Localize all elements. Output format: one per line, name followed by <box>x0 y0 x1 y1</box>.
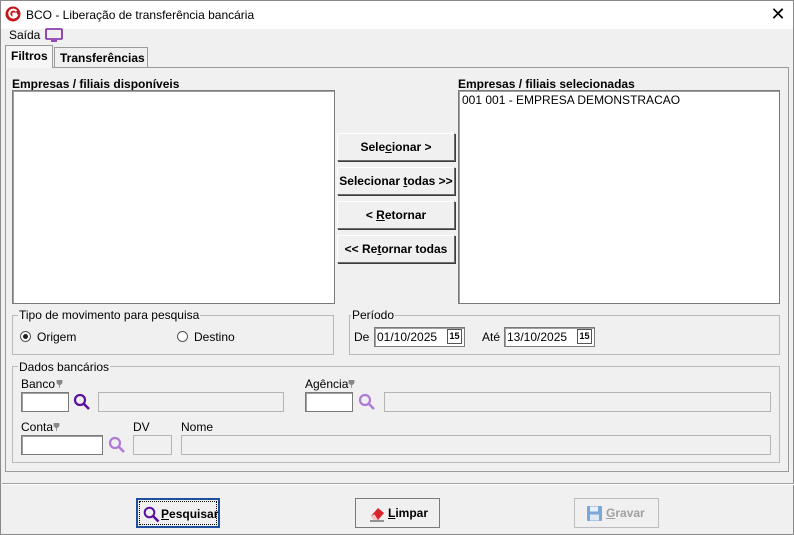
destino-radio[interactable] <box>177 331 188 342</box>
monitor-icon[interactable] <box>45 28 63 42</box>
agencia-description-field <box>384 392 771 412</box>
nome-label: Nome <box>181 420 214 434</box>
ate-label: Até <box>482 330 501 344</box>
agencia-search-icon[interactable] <box>358 393 376 411</box>
disponiveis-label: Empresas / filiais disponíveis <box>12 77 180 91</box>
tab-transferencias[interactable]: Transferências <box>54 47 148 67</box>
tipo-movimento-title: Tipo de movimento para pesquisa <box>18 308 201 322</box>
gravar-button[interactable]: Gravar <box>574 498 659 528</box>
ate-calendar-icon[interactable]: 15 <box>577 329 592 344</box>
disponiveis-list[interactable] <box>12 90 335 304</box>
conta-input[interactable] <box>21 435 103 455</box>
selecionadas-label: Empresas / filiais selecionadas <box>458 77 635 91</box>
floppy-disk-icon <box>587 506 602 521</box>
retornar-todas-button[interactable]: << Retornar todas <box>337 235 455 263</box>
de-calendar-icon[interactable]: 15 <box>447 329 462 344</box>
close-icon: ✕ <box>770 4 786 24</box>
filtros-panel: Empresas / filiais disponíveis Empresas … <box>5 67 789 472</box>
list-item[interactable]: 001 001 - EMPRESA DEMONSTRACAO <box>462 93 680 107</box>
window-title: BCO - Liberação de transferência bancári… <box>26 8 255 22</box>
conta-label: Conta <box>21 420 54 434</box>
eraser-icon <box>370 508 384 522</box>
de-label: De <box>354 330 370 344</box>
conta-search-icon[interactable] <box>108 436 126 454</box>
banco-input[interactable] <box>21 392 69 412</box>
pin-icon <box>56 380 63 388</box>
title-bar: BCO - Liberação de transferência bancári… <box>1 1 793 29</box>
search-icon <box>143 506 160 523</box>
dv-label: DV <box>133 420 150 434</box>
agencia-input[interactable] <box>305 392 353 412</box>
nome-field <box>181 435 771 455</box>
tab-filtros[interactable]: Filtros <box>5 45 53 68</box>
pesquisar-button[interactable]: Pesquisar <box>136 498 220 528</box>
close-button[interactable]: ✕ <box>763 1 793 29</box>
periodo-title: Período <box>351 308 396 322</box>
agencia-label: Agência <box>305 377 349 391</box>
limpar-button[interactable]: Limpar <box>355 498 440 528</box>
footer-divider-highlight <box>2 484 794 485</box>
selecionar-button[interactable]: Selecionar > <box>337 133 455 161</box>
dados-bancarios-title: Dados bancários <box>18 360 111 374</box>
selecionar-todas-button[interactable]: Selecionar todas >> <box>337 167 455 195</box>
destino-label[interactable]: Destino <box>194 330 235 344</box>
dv-field <box>133 435 172 455</box>
pin-icon <box>53 423 60 431</box>
retornar-button[interactable]: < Retornar <box>337 201 455 229</box>
menu-saida[interactable]: Saída <box>9 28 40 42</box>
banco-search-icon[interactable] <box>73 393 91 411</box>
origem-radio[interactable] <box>20 331 31 342</box>
banco-label: Banco <box>21 377 56 391</box>
app-logo-icon <box>5 6 21 22</box>
banco-description-field <box>98 392 284 412</box>
pin-icon <box>348 380 355 388</box>
selecionadas-list[interactable]: 001 001 - EMPRESA DEMONSTRACAO <box>458 90 780 304</box>
main-window: BCO - Liberação de transferência bancári… <box>0 0 794 535</box>
origem-label[interactable]: Origem <box>37 330 76 344</box>
